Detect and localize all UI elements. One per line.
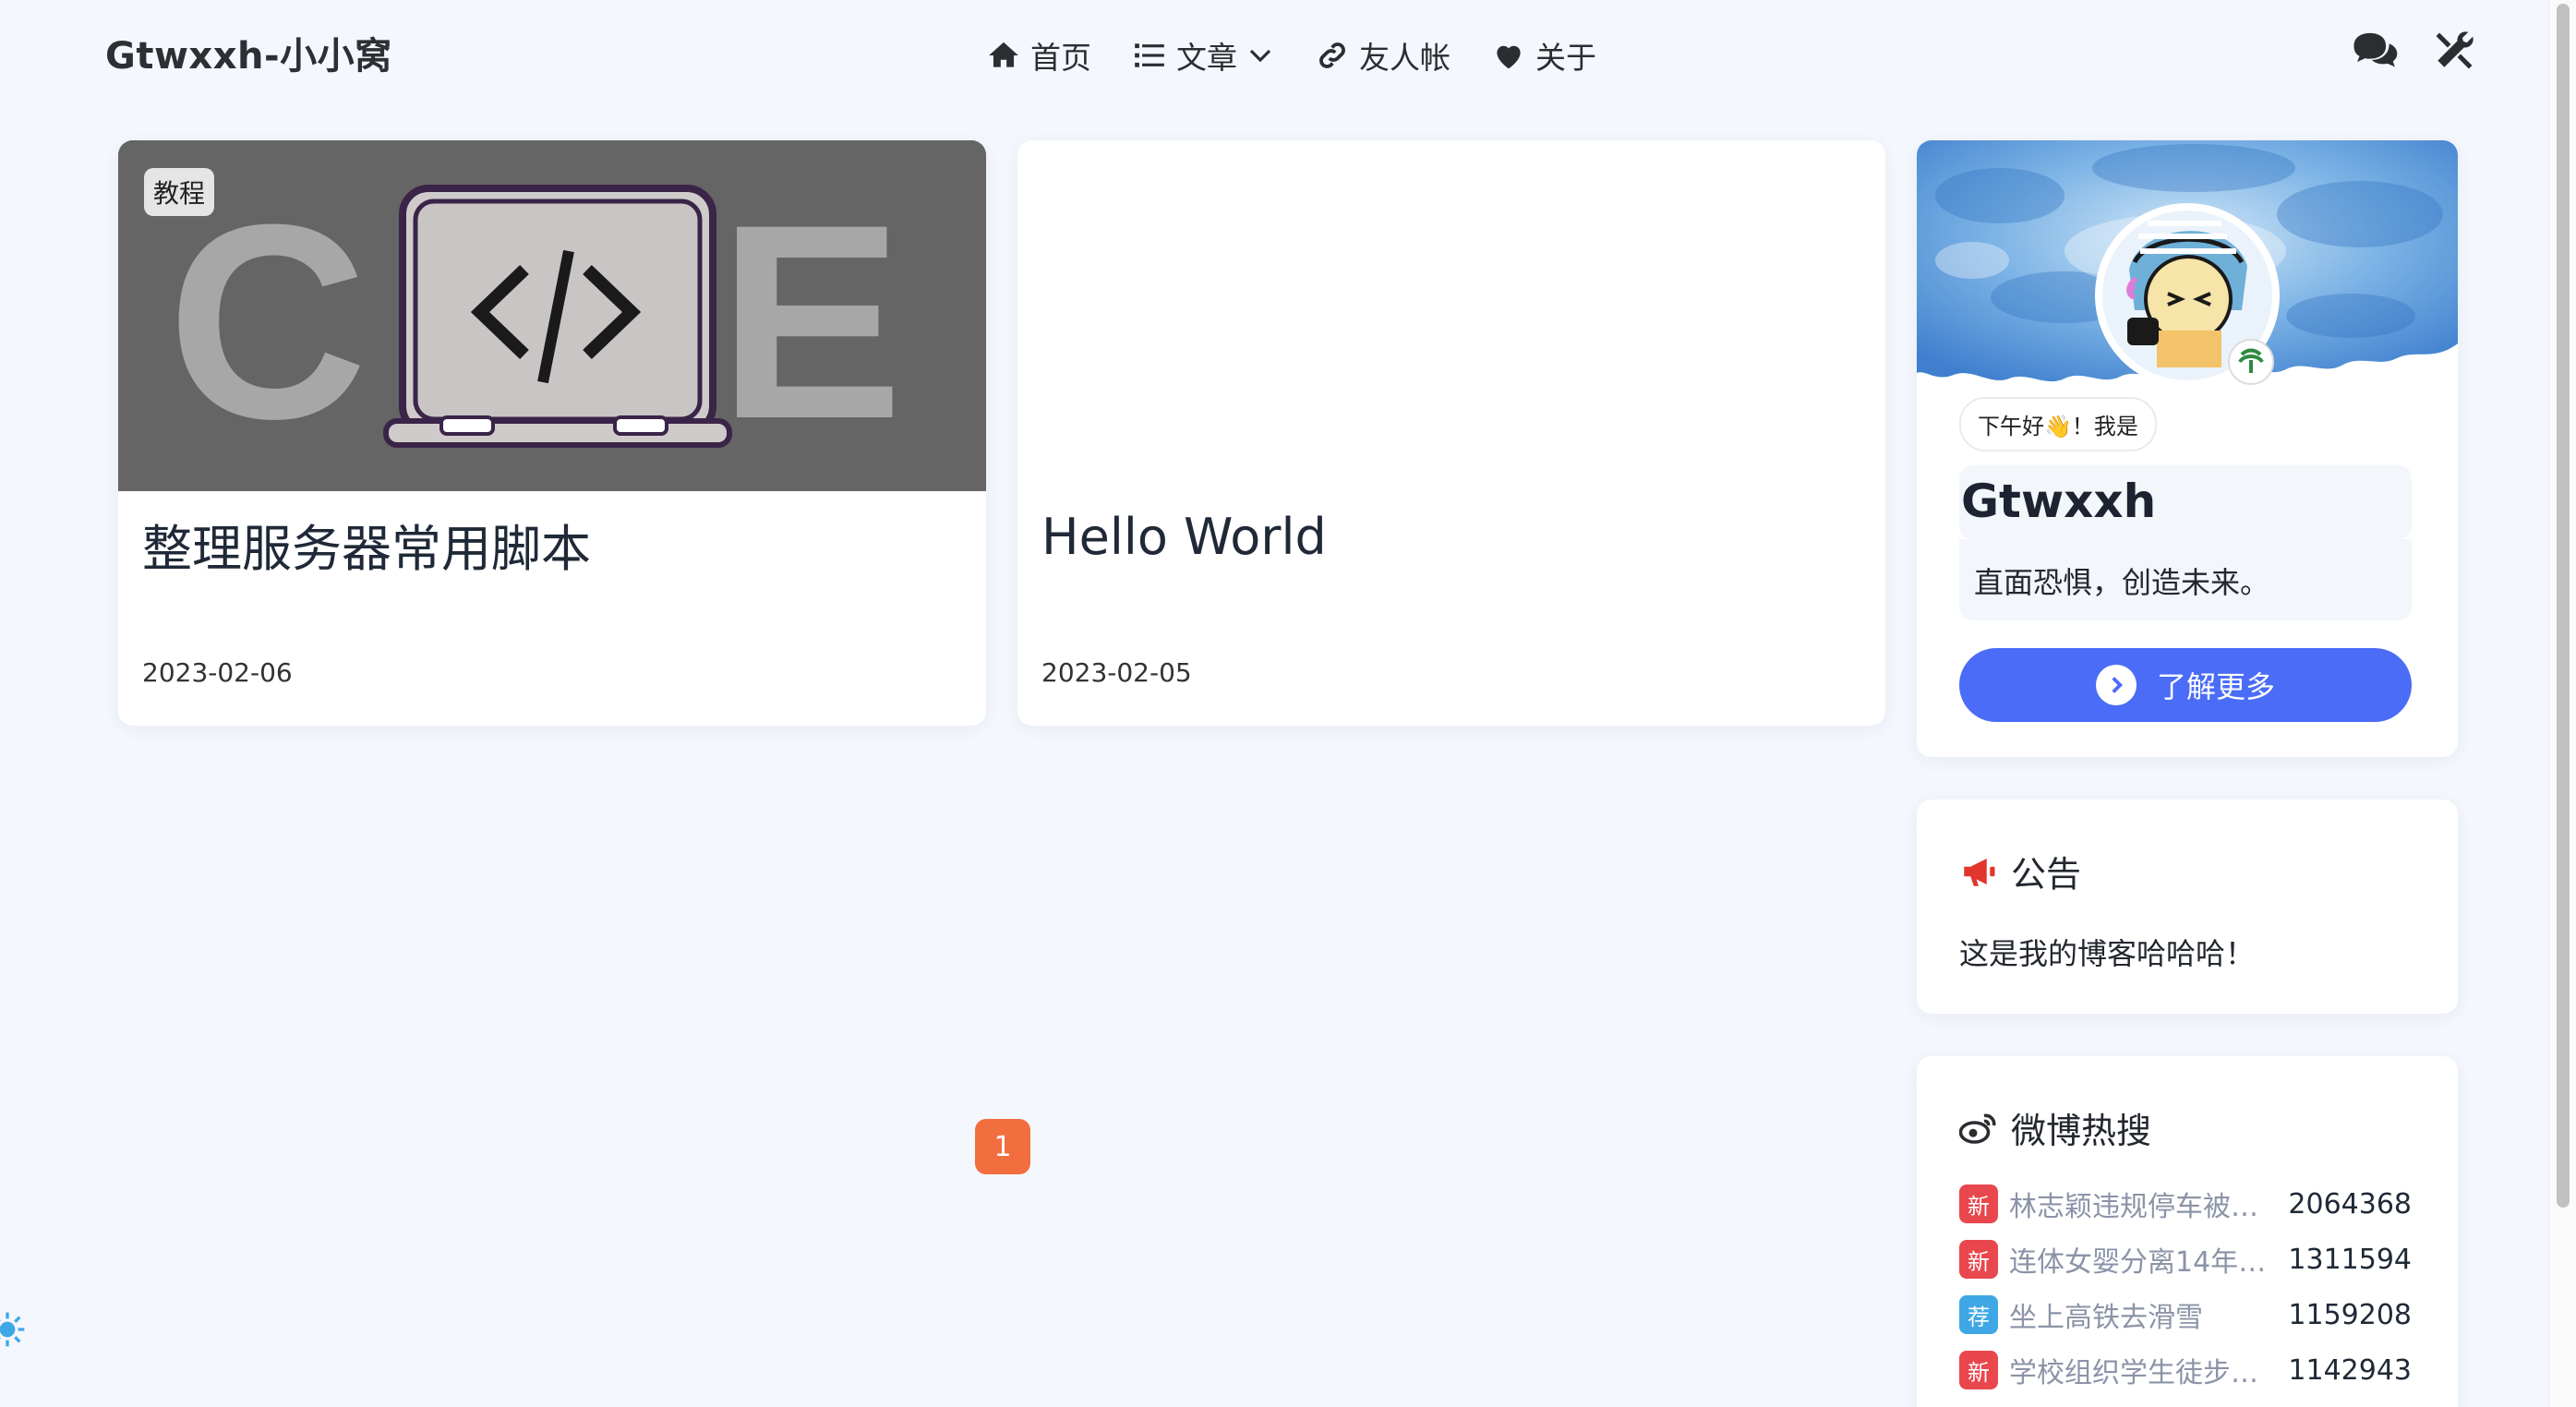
learn-more-button[interactable]: 了解更多 [1959,648,2412,722]
weibo-icon [1959,1113,1996,1144]
hot-item[interactable]: 荐 坐上高铁去滑雪 1159208 [1959,1287,2412,1342]
hot-count: 1311594 [2288,1243,2412,1276]
menu-item-about[interactable]: 关于 [1491,33,1596,78]
chevron-down-icon [1249,49,1271,63]
notice-header: 公告 [1959,846,2081,896]
list-icon [1135,43,1164,67]
hot-badge: 新 [1959,1351,1998,1389]
hot-count: 2064368 [2288,1187,2412,1221]
menu-item-label: 友人帐 [1359,40,1451,76]
notice-text: 这是我的博客哈哈哈！ [1959,936,2256,971]
menu-item-label: 文章 [1176,40,1237,76]
vertical-scrollbar[interactable] [2548,0,2576,1407]
hot-badge: 荐 [1959,1295,1998,1334]
hot-title[interactable]: 林志颖违规停车被罚款 [2009,1184,2284,1224]
heart-icon [1497,45,1521,69]
hot-title[interactable]: 坐上高铁去滑雪 [2009,1294,2284,1335]
post-title[interactable]: Hello World [1041,508,1327,566]
cover-image: C E O [118,140,986,491]
svg-text:E: E [718,166,903,476]
hot-item[interactable]: 新 连体女婴分离14年后... 1311594 [1959,1232,2412,1287]
post-date: 2023-02-06 [142,657,293,688]
profile-name: Gtwxxh [1961,475,2157,528]
profile-card: 下午好👋！我是 Gtwxxh 直面恐惧，创造未来。 了解更多 [1917,140,2458,757]
chevron-right-icon [2095,665,2137,705]
menu-item-label: 关于 [1535,40,1596,76]
hot-title[interactable]: 学校组织学生徒步自... [2009,1350,2284,1390]
link-icon [1319,42,1345,68]
menu-item-home[interactable]: 首页 [986,33,1091,78]
profile-description: 直面恐惧，创造未来。 [1974,565,2270,600]
post-card[interactable]: C E O 教程 整理服务器常用脚本 2023-02-06 [118,140,986,726]
menu-item-articles[interactable]: 文章 [1132,33,1274,78]
post-cover[interactable]: C E O 教程 [118,140,986,491]
menu-item-friends[interactable]: 友人帐 [1315,33,1451,78]
hot-title[interactable]: 连体女婴分离14年后... [2009,1239,2284,1280]
site-brand[interactable]: Gtwxxh-小小窝 [105,26,392,79]
megaphone-icon [1964,858,1995,886]
menu-item-label: 首页 [1030,40,1091,76]
scrollbar-thumb[interactable] [2557,4,2570,1208]
learn-more-label: 了解更多 [2156,669,2275,704]
tools-icon[interactable] [2430,30,2478,72]
hot-item[interactable]: 新 林志颖违规停车被罚款 2064368 [1959,1176,2412,1232]
post-tag[interactable]: 教程 [144,168,215,216]
theme-toggle-icon[interactable] [0,1311,26,1348]
profile-banner [1917,140,2458,388]
hot-badge: 新 [1959,1185,1998,1223]
hot-count: 1159208 [2288,1298,2412,1331]
hot-item[interactable]: 新 学校组织学生徒步自... 1142943 [1959,1342,2412,1398]
weibo-hot-list: 新 林志颖违规停车被罚款 2064368 新 连体女婴分离14年后... 131… [1959,1176,2412,1398]
post-date: 2023-02-05 [1041,657,1192,688]
home-icon [989,42,1018,67]
hot-count: 1142943 [2288,1353,2412,1387]
hot-badge: 新 [1959,1240,1998,1279]
weibo-hot-card: 微博热搜 新 林志颖违规停车被罚款 2064368 新 连体女婴分离14年后..… [1917,1056,2458,1407]
top-navbar: Gtwxxh-小小窝 首页 文章 友人帐 关于 [0,0,2576,111]
nav-right-icons [2351,30,2478,72]
notice-title: 公告 [2011,854,2082,895]
post-title[interactable]: 整理服务器常用脚本 [142,508,591,581]
comments-icon[interactable] [2351,30,2399,72]
post-card[interactable]: Hello World 2023-02-05 [1017,140,1885,726]
main-menu: 首页 文章 友人帐 关于 [986,33,1596,78]
notice-card: 公告 这是我的博客哈哈哈！ [1917,800,2458,1014]
greeting-badge: 下午好👋！我是 [1959,397,2157,451]
weibo-header: 微博热搜 [1959,1102,2151,1153]
pagination-page-1[interactable]: 1 [975,1119,1030,1174]
weibo-title: 微博热搜 [2011,1111,2152,1151]
